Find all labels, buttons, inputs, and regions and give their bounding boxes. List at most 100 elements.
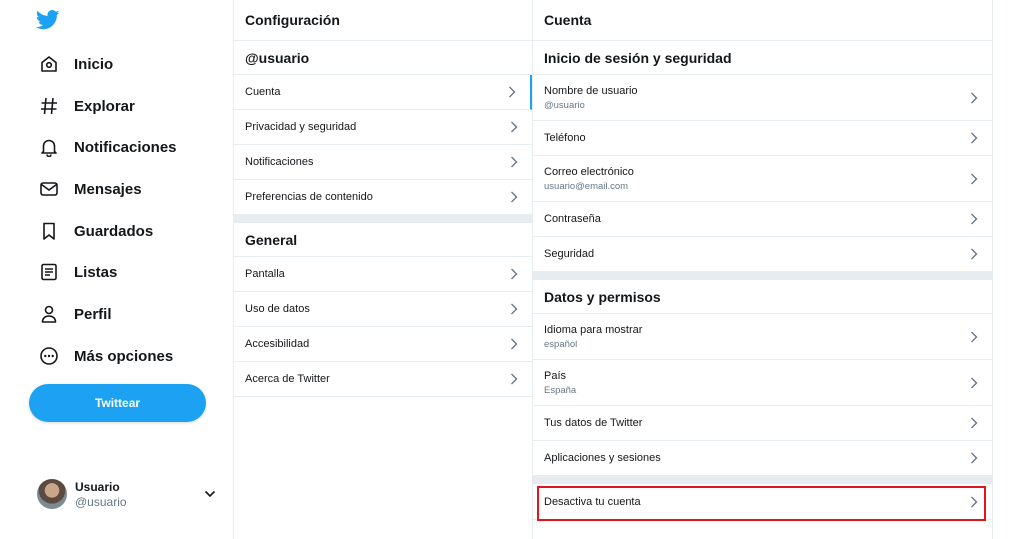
account-item-security[interactable]: Seguridad bbox=[533, 237, 992, 272]
chevron-right-icon bbox=[971, 377, 978, 388]
chevron-right-icon bbox=[971, 132, 978, 144]
settings-item-content-preferences[interactable]: Preferencias de contenido bbox=[234, 180, 532, 215]
account-item-country[interactable]: País España bbox=[533, 360, 992, 406]
home-icon bbox=[38, 53, 60, 75]
chevron-right-icon bbox=[511, 373, 518, 385]
section-divider bbox=[234, 215, 532, 223]
account-handle: @usuario bbox=[75, 494, 127, 509]
row-label: País bbox=[544, 369, 567, 382]
chevron-right-icon bbox=[511, 121, 518, 133]
row-label: Correo electrónico bbox=[544, 165, 634, 178]
chevron-right-icon bbox=[971, 452, 978, 464]
nav-label: Explorar bbox=[74, 97, 135, 115]
row-value: español bbox=[544, 338, 578, 350]
settings-item-label: Preferencias de contenido bbox=[245, 191, 373, 203]
row-label: Aplicaciones y sesiones bbox=[544, 452, 661, 464]
nav-label: Notificaciones bbox=[74, 138, 177, 156]
settings-item-notifications[interactable]: Notificaciones bbox=[234, 145, 532, 180]
chevron-right-icon bbox=[509, 86, 516, 98]
chevron-right-icon bbox=[971, 92, 978, 103]
account-column: Cuenta Inicio de sesión y seguridad Nomb… bbox=[533, 0, 993, 539]
chevron-right-icon bbox=[971, 213, 978, 225]
general-section-title: General bbox=[234, 223, 532, 257]
settings-column: Configuración @usuario Cuenta Privacidad… bbox=[233, 0, 533, 539]
row-label: Teléfono bbox=[544, 132, 586, 144]
row-label: Nombre de usuario bbox=[544, 84, 638, 97]
account-switcher[interactable]: Usuario @usuario bbox=[30, 474, 220, 514]
twitter-bird-icon[interactable] bbox=[36, 9, 60, 31]
row-value: usuario@email.com bbox=[544, 180, 629, 192]
user-icon bbox=[38, 303, 60, 325]
chevron-right-icon bbox=[971, 248, 978, 260]
account-item-password[interactable]: Contraseña bbox=[533, 202, 992, 237]
row-value: España bbox=[544, 384, 577, 396]
chevron-right-icon bbox=[511, 338, 518, 350]
settings-item-label: Notificaciones bbox=[245, 156, 314, 168]
nav-item-home[interactable]: Inicio bbox=[30, 45, 121, 83]
row-label: Tus datos de Twitter bbox=[544, 417, 643, 429]
nav-label: Guardados bbox=[74, 222, 154, 240]
row-label: Idioma para mostrar bbox=[544, 323, 643, 336]
list-icon bbox=[38, 261, 60, 283]
nav-item-notifications[interactable]: Notificaciones bbox=[30, 128, 185, 166]
settings-item-label: Acerca de Twitter bbox=[245, 373, 330, 385]
account-item-language[interactable]: Idioma para mostrar español bbox=[533, 314, 992, 360]
chevron-right-icon bbox=[511, 191, 518, 203]
bookmark-icon bbox=[38, 220, 60, 242]
chevron-down-icon bbox=[204, 490, 216, 498]
data-section-title: Datos y permisos bbox=[533, 280, 992, 314]
settings-item-account[interactable]: Cuenta bbox=[234, 75, 532, 110]
account-name: Usuario bbox=[75, 479, 120, 494]
nav-label: Más opciones bbox=[74, 347, 174, 365]
user-section-title: @usuario bbox=[234, 41, 532, 75]
account-item-twitter-data[interactable]: Tus datos de Twitter bbox=[533, 406, 992, 441]
nav-item-explore[interactable]: Explorar bbox=[30, 87, 143, 125]
login-section-title: Inicio de sesión y seguridad bbox=[533, 41, 992, 75]
settings-title: Configuración bbox=[234, 0, 532, 41]
mail-icon bbox=[38, 178, 60, 200]
nav-item-lists[interactable]: Listas bbox=[30, 253, 125, 291]
chevron-right-icon bbox=[971, 331, 978, 342]
account-item-apps-sessions[interactable]: Aplicaciones y sesiones bbox=[533, 441, 992, 476]
avatar bbox=[37, 479, 67, 509]
row-value: @usuario bbox=[544, 99, 585, 111]
settings-item-privacy[interactable]: Privacidad y seguridad bbox=[234, 110, 532, 145]
account-item-phone[interactable]: Teléfono bbox=[533, 121, 992, 156]
chevron-right-icon bbox=[511, 268, 518, 280]
account-item-deactivate[interactable]: Desactiva tu cuenta bbox=[533, 484, 992, 520]
row-label: Seguridad bbox=[544, 248, 595, 260]
tweet-button[interactable]: Twittear bbox=[29, 384, 206, 422]
account-item-username[interactable]: Nombre de usuario @usuario bbox=[533, 75, 992, 121]
settings-item-label: Uso de datos bbox=[245, 303, 310, 315]
settings-item-data-usage[interactable]: Uso de datos bbox=[234, 292, 532, 327]
account-item-email[interactable]: Correo electrónico usuario@email.com bbox=[533, 156, 992, 202]
nav-item-more-options[interactable]: Más opciones bbox=[30, 337, 181, 375]
chevron-right-icon bbox=[971, 173, 978, 184]
nav-item-messages[interactable]: Mensajes bbox=[30, 170, 150, 208]
settings-item-display[interactable]: Pantalla bbox=[234, 257, 532, 292]
hashtag-icon bbox=[38, 95, 60, 117]
sidebar-nav: Inicio Explorar Notificaciones Mensajes … bbox=[0, 0, 233, 539]
settings-item-label: Cuenta bbox=[245, 86, 281, 98]
row-label: Desactiva tu cuenta bbox=[544, 495, 641, 508]
settings-item-about[interactable]: Acerca de Twitter bbox=[234, 362, 532, 397]
chevron-right-icon bbox=[511, 303, 518, 315]
section-divider bbox=[533, 272, 992, 280]
more-icon bbox=[38, 345, 60, 367]
nav-label: Inicio bbox=[74, 55, 114, 73]
nav-label: Listas bbox=[74, 263, 118, 281]
nav-label: Perfil bbox=[74, 305, 112, 323]
settings-item-label: Privacidad y seguridad bbox=[245, 121, 357, 133]
bell-icon bbox=[38, 136, 60, 158]
nav-item-bookmarks[interactable]: Guardados bbox=[30, 212, 161, 250]
settings-item-label: Accesibilidad bbox=[245, 338, 310, 350]
nav-item-profile[interactable]: Perfil bbox=[30, 295, 120, 333]
chevron-right-icon bbox=[511, 156, 518, 168]
section-divider bbox=[533, 476, 992, 484]
settings-item-accessibility[interactable]: Accesibilidad bbox=[234, 327, 532, 362]
settings-item-label: Pantalla bbox=[245, 268, 285, 280]
chevron-right-icon bbox=[971, 496, 978, 507]
nav-label: Mensajes bbox=[74, 180, 142, 198]
chevron-right-icon bbox=[971, 417, 978, 429]
row-label: Contraseña bbox=[544, 213, 601, 225]
